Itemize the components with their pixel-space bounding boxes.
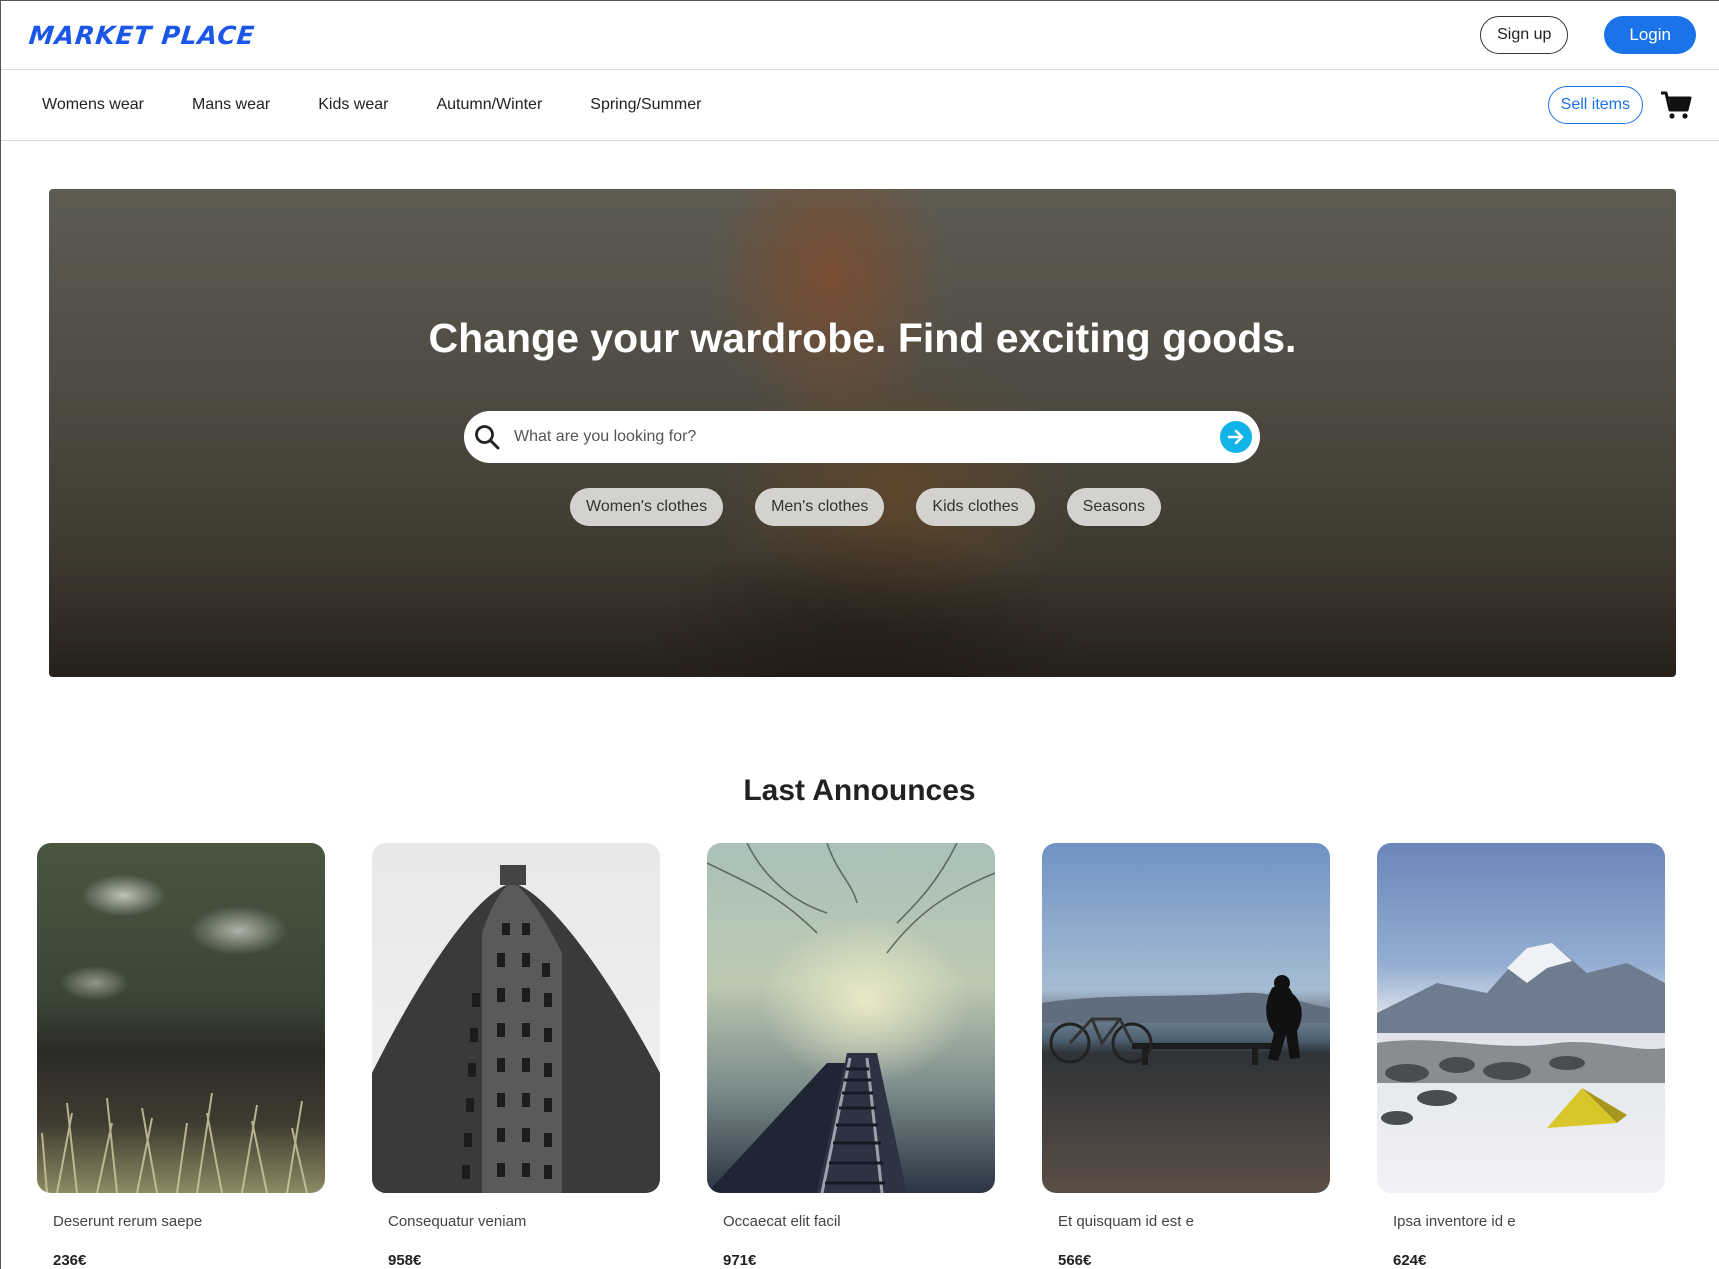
chip-womens-clothes[interactable]: Women's clothes <box>570 488 724 526</box>
card-price: 958€ <box>388 1252 422 1269</box>
category-chips: Women's clothes Men's clothes Kids cloth… <box>49 488 1676 526</box>
card-price: 971€ <box>723 1252 757 1269</box>
announce-list: Deserunt rerum saepe 236€ Consequatur ve… <box>37 843 1665 1269</box>
card-title[interactable]: Et quisquam id est e <box>1058 1213 1330 1230</box>
card-price: 236€ <box>53 1252 87 1269</box>
sell-items-button[interactable]: Sell items <box>1547 86 1643 124</box>
signup-button[interactable]: Sign up <box>1480 16 1569 54</box>
arrow-right-icon[interactable] <box>1220 421 1252 453</box>
hero-banner: Change your wardrobe. Find exciting good… <box>49 189 1676 677</box>
top-header: MARKET PLACE Sign up Login <box>1 1 1719 70</box>
announce-card[interactable]: Et quisquam id est e 566€ <box>1042 843 1330 1269</box>
card-title[interactable]: Occaecat elit facil <box>723 1213 995 1230</box>
card-title[interactable]: Deserunt rerum saepe <box>53 1213 325 1230</box>
announce-card[interactable]: Consequatur veniam 958€ <box>372 843 660 1269</box>
auth-buttons: Sign up Login <box>1480 16 1696 54</box>
card-title[interactable]: Consequatur veniam <box>388 1213 660 1230</box>
nav-item-mans-wear[interactable]: Mans wear <box>192 96 270 114</box>
chip-seasons[interactable]: Seasons <box>1066 488 1161 526</box>
card-price: 624€ <box>1393 1252 1427 1269</box>
card-image[interactable] <box>1042 843 1330 1193</box>
announce-card[interactable]: Deserunt rerum saepe 236€ <box>37 843 325 1269</box>
card-image[interactable] <box>707 843 995 1193</box>
nav-item-spring-summer[interactable]: Spring/Summer <box>590 96 701 114</box>
card-price: 566€ <box>1058 1252 1092 1269</box>
search-input[interactable] <box>512 427 1220 447</box>
search-icon <box>472 422 502 452</box>
chip-mens-clothes[interactable]: Men's clothes <box>755 488 885 526</box>
card-title[interactable]: Ipsa inventore id e <box>1393 1213 1665 1230</box>
search-bar <box>464 411 1260 463</box>
site-logo[interactable]: MARKET PLACE <box>27 21 256 50</box>
nav-item-womens-wear[interactable]: Womens wear <box>42 96 144 114</box>
nav-item-kids-wear[interactable]: Kids wear <box>318 96 388 114</box>
card-image[interactable] <box>372 843 660 1193</box>
chip-kids-clothes[interactable]: Kids clothes <box>916 488 1035 526</box>
nav-links: Womens wear Mans wear Kids wear Autumn/W… <box>42 96 701 114</box>
section-title: Last Announces <box>743 774 976 807</box>
card-image[interactable] <box>37 843 325 1193</box>
announce-card[interactable]: Occaecat elit facil 971€ <box>707 843 995 1269</box>
shopping-cart-icon[interactable] <box>1659 88 1693 122</box>
category-nav: Womens wear Mans wear Kids wear Autumn/W… <box>1 70 1719 141</box>
nav-item-autumn-winter[interactable]: Autumn/Winter <box>436 96 542 114</box>
login-button[interactable]: Login <box>1604 16 1696 54</box>
card-image[interactable] <box>1377 843 1665 1193</box>
hero-title: Change your wardrobe. Find exciting good… <box>428 315 1297 361</box>
nav-actions: Sell items <box>1547 86 1693 124</box>
announce-card[interactable]: Ipsa inventore id e 624€ <box>1377 843 1665 1269</box>
